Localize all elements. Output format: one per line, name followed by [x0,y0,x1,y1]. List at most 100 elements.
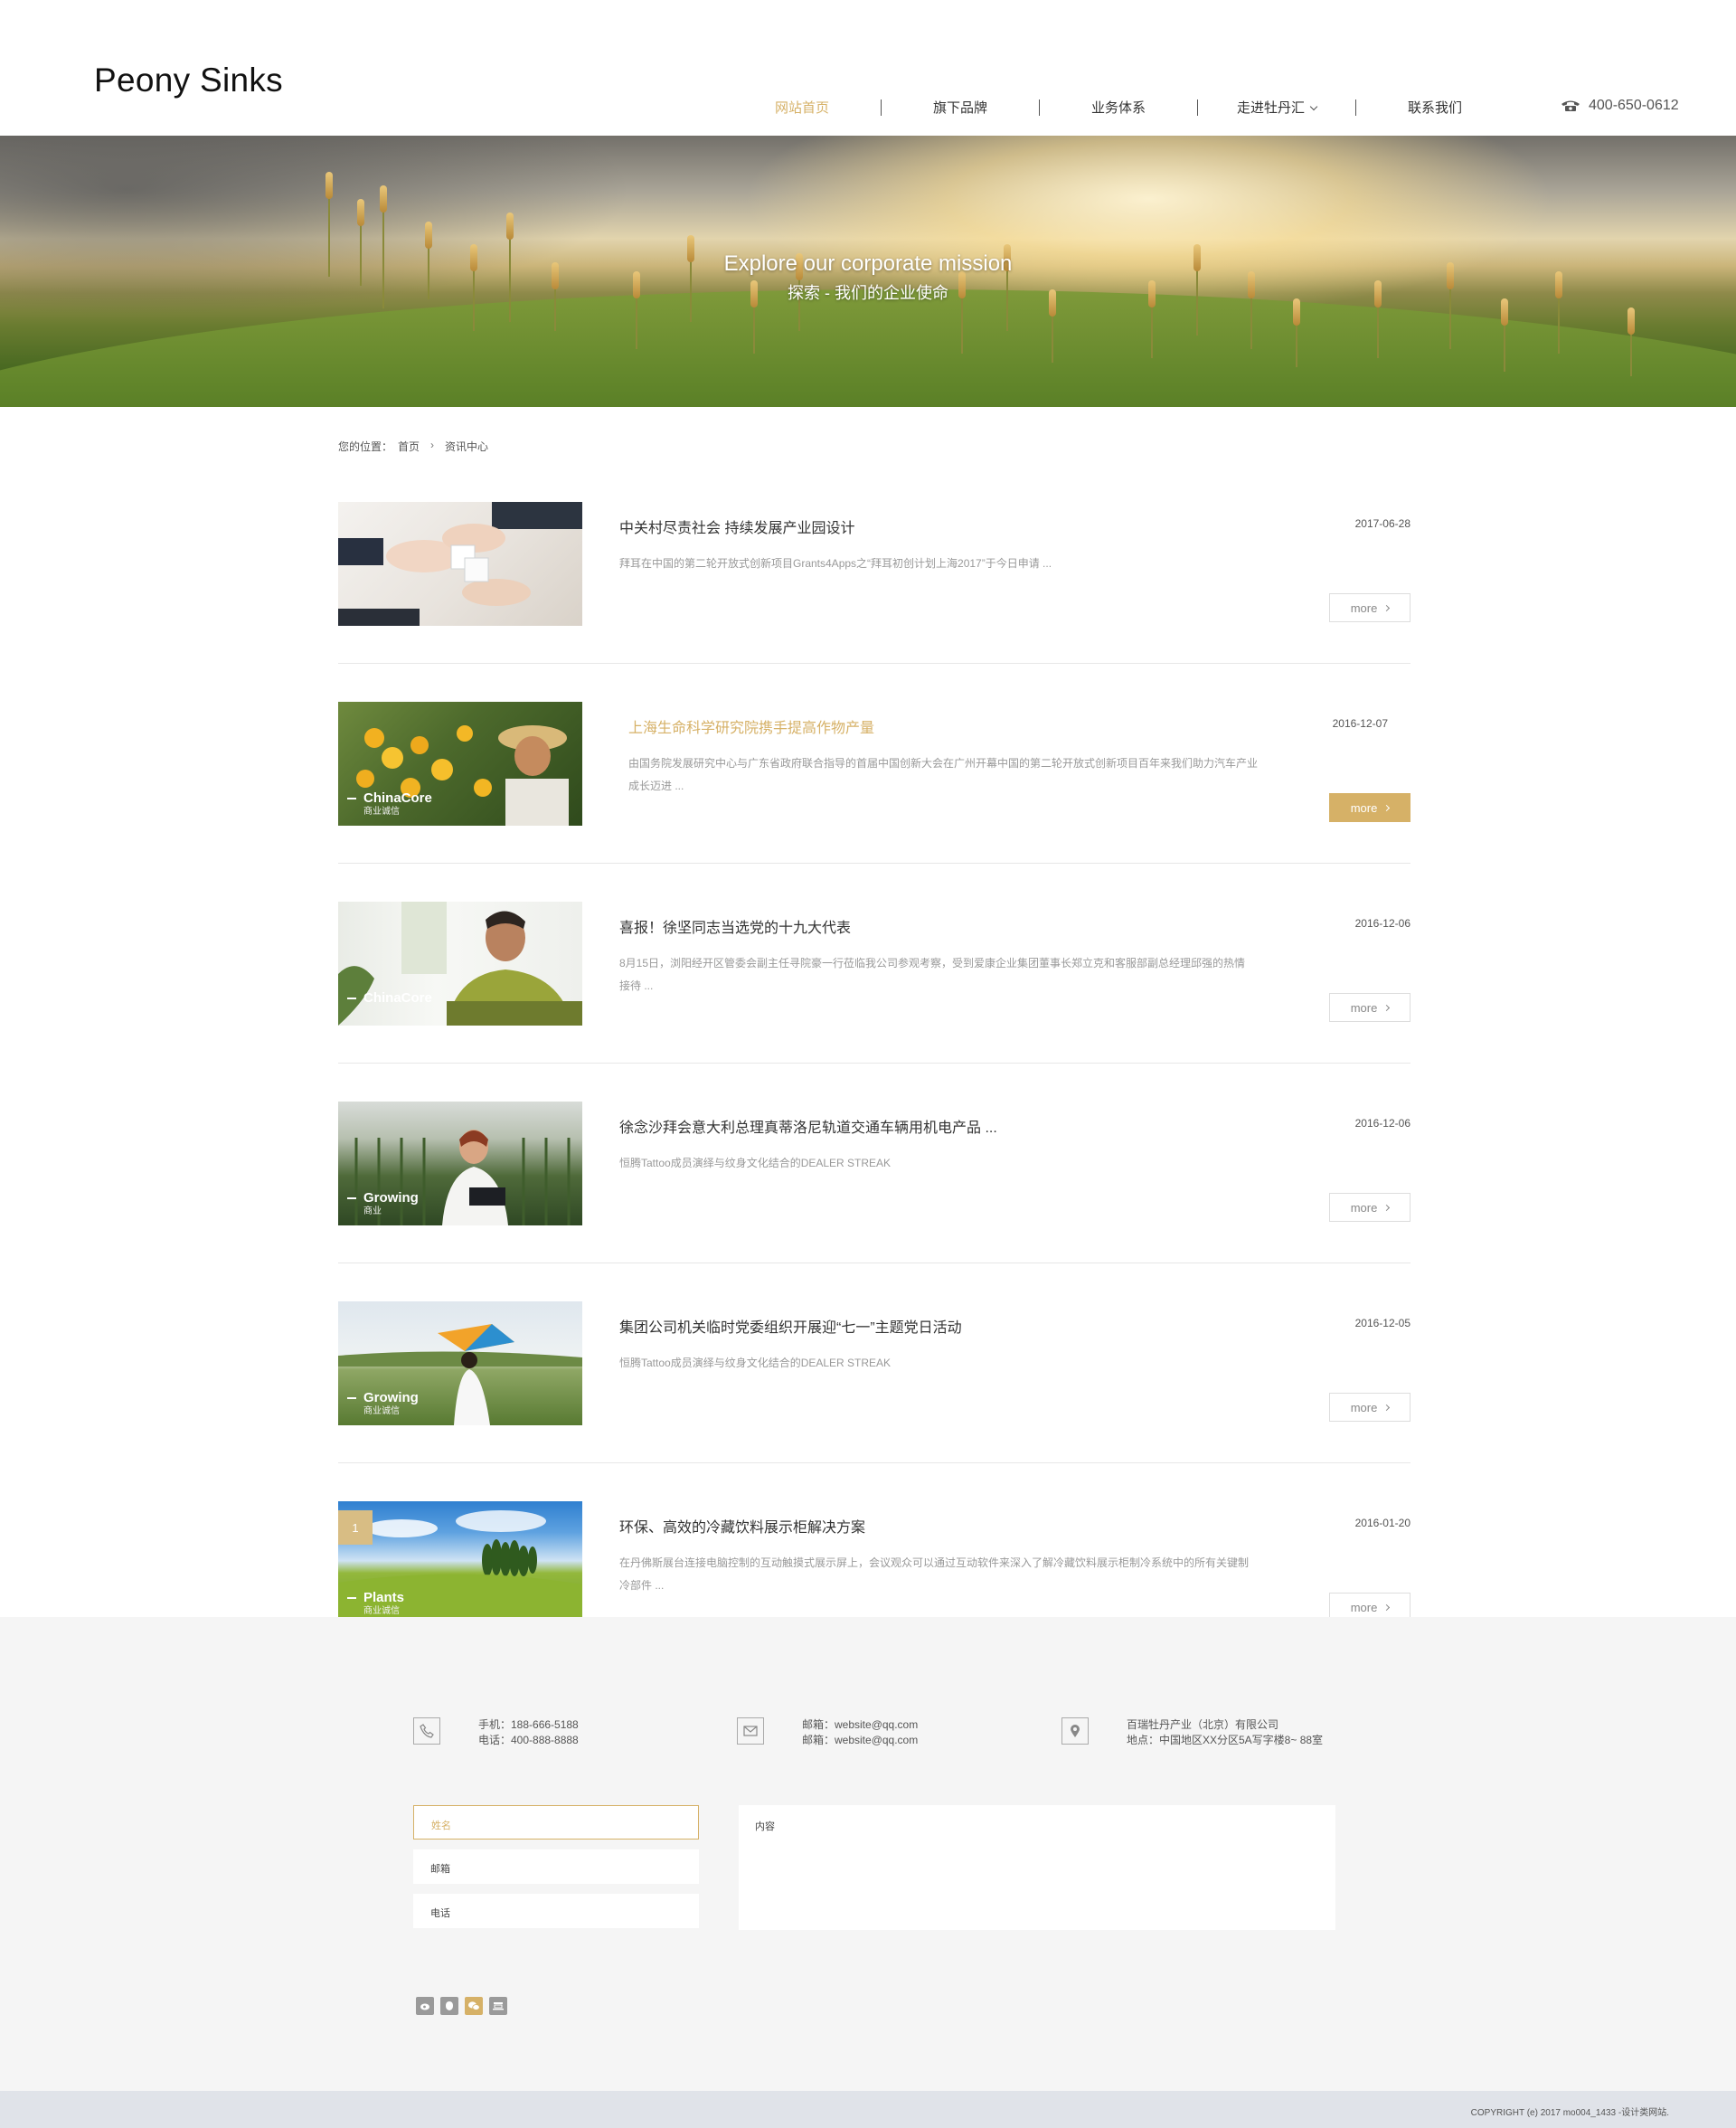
news-thumbnail[interactable]: ChinaCore [338,902,582,1026]
more-button[interactable]: more [1329,1393,1410,1422]
breadcrumb-label: 您的位置： [338,440,393,453]
thumb-caption-sub: 商业诚信 [363,1606,400,1616]
email-field[interactable]: 邮箱 [413,1849,699,1884]
news-description: 由国务院发展研究中心与广东省政府联合指导的首届中国创新大会在广州开幕中国的第二轮… [628,757,1259,792]
qq-icon[interactable] [440,1997,458,2015]
nav-about-label: 走进牡丹汇 [1236,100,1305,116]
thumb-caption: ChinaCore [347,990,432,1006]
chevron-right-icon [1383,1404,1391,1411]
news-thumbnail[interactable]: Growing 商业 [338,1102,582,1225]
news-title[interactable]: 上海生命科学研究院携手提高作物产量 [628,715,874,737]
more-label: more [1350,1200,1378,1215]
grass-seedhead [326,172,333,199]
news-title[interactable]: 喜报！徐坚同志当选党的十九大代表 [619,915,851,937]
more-label: more [1350,800,1378,815]
thumb-caption: Growing [347,1190,419,1206]
more-button[interactable]: more [1329,993,1410,1022]
chevron-right-icon [1383,604,1391,611]
news-title[interactable]: 中关村尽责社会 持续发展产业园设计 [619,515,854,537]
news-description: 拜耳在中国的第二轮开放式创新项目Grants4Apps之“拜耳初创计划上海201… [619,557,1052,570]
thumb-caption-sub: 商业诚信 [363,807,400,817]
news-date: 2017-06-28 [1354,517,1410,530]
social-links [416,1997,507,2015]
grass-seedhead [380,185,387,213]
company-name: 百瑞牡丹产业（北京）有限公司 [1127,1718,1279,1731]
news-item: 中关村尽责社会 持续发展产业园设计 2017-06-28 拜耳在中国的第二轮开放… [338,502,1410,664]
news-description: 恒腾Tattoo成员演绎与纹身文化结合的DEALER STREAK [619,1357,892,1369]
company-address: 地点：中国地区XX分区5A写字楼8~ 88室 [1127,1734,1324,1746]
contact-mobile: 手机：188-666-5188 [478,1718,579,1731]
more-button[interactable]: more [1329,593,1410,622]
contact-tel: 电话：400-888-8888 [478,1734,579,1746]
weibo-icon[interactable] [416,1997,434,2015]
news-title[interactable]: 环保、高效的冷藏饮料展示柜解决方案 [619,1515,865,1537]
news-date: 2016-12-07 [1332,717,1388,730]
grass-stem [753,304,755,354]
news-description: 8月15日，浏阳经开区管委会副主任寻院豪一行莅临我公司参观考察，受到爱康企业集团… [619,957,1246,992]
grass-stem [1151,304,1153,358]
grass-seedhead [1628,307,1635,335]
chevron-right-icon [1383,804,1391,811]
site-footer: 手机：188-666-5188 电话：400-888-8888 邮箱：websi… [0,1617,1736,2091]
wechat-icon[interactable] [465,1997,483,2015]
nav-about[interactable]: 走进牡丹汇 [1213,98,1340,117]
more-button[interactable]: more [1329,1193,1410,1222]
phone-field[interactable]: 电话 [413,1894,699,1928]
grass-seedhead [425,222,432,249]
more-label: more [1350,601,1378,615]
grass-stem [509,236,511,322]
nav-divider [1039,99,1040,116]
contact-email-1: 邮箱：website@qq.com [802,1718,919,1731]
name-field[interactable]: 姓名 [413,1805,699,1840]
thumb-caption-sub: 商业诚信 [363,1406,400,1416]
chevron-down-icon [1309,102,1318,111]
grass-seedhead [357,199,364,226]
news-thumbnail[interactable]: Plants 商业诚信 [338,1501,582,1625]
nav-business[interactable]: 业务体系 [1055,98,1182,117]
breadcrumb-separator: › [430,439,435,451]
copyright-bar: COPYRIGHT (e) 2017 mo004_1433 -设计类网站. [0,2091,1736,2128]
breadcrumb-home[interactable]: 首页 [398,439,420,454]
hero-banner: Explore our corporate mission 探索 - 我们的企业… [0,136,1736,407]
banner-subtitle: 探索 - 我们的企业使命 [788,284,948,302]
nav-divider [1197,99,1198,116]
more-button[interactable]: more [1329,793,1410,822]
header-phone: 400-650-0612 [1561,98,1679,114]
news-item: Growing 商业 徐念沙拜会意大利总理真蒂洛尼轨道交通车辆用机电产品 ...… [338,1102,1410,1263]
news-date: 2016-12-05 [1354,1317,1410,1329]
more-label: more [1350,1000,1378,1015]
news-thumbnail[interactable] [338,502,582,626]
breadcrumb: 您的位置： 首页 › 资讯中心 [338,439,488,454]
news-thumbnail[interactable]: Growing 商业诚信 [338,1301,582,1425]
news-item: Growing 商业诚信 集团公司机关临时党委组织开展迎“七一”主题党日活动 2… [338,1301,1410,1463]
copyright-text: COPYRIGHT (e) 2017 mo004_1433 -设计类网站. [1470,2108,1669,2118]
grass-stem [1630,331,1632,376]
news-list: 中关村尽责社会 持续发展产业园设计 2017-06-28 拜耳在中国的第二轮开放… [338,502,1410,1663]
news-description: 恒腾Tattoo成员演绎与纹身文化结合的DEALER STREAK [619,1157,892,1169]
nav-contact[interactable]: 联系我们 [1372,98,1498,117]
contact-address: 百瑞牡丹产业（北京）有限公司 地点：中国地区XX分区5A写字楼8~ 88室 [1061,1717,1323,1748]
man-thinking-photo [338,902,582,1026]
news-item: ChinaCore 商业诚信 上海生命科学研究院携手提高作物产量 2016-12… [338,702,1410,864]
breadcrumb-current[interactable]: 资讯中心 [445,439,488,454]
message-textarea[interactable]: 内容 [739,1805,1335,1930]
news-title[interactable]: 集团公司机关临时党委组织开展迎“七一”主题党日活动 [619,1315,962,1337]
nav-divider [1355,99,1356,116]
site-header: Peony Sinks 网站首页 旗下品牌 业务体系 走进牡丹汇 联系我们 40… [0,0,1736,136]
news-title[interactable]: 徐念沙拜会意大利总理真蒂洛尼轨道交通车辆用机电产品 ... [619,1115,997,1137]
chevron-right-icon [1383,1603,1391,1611]
thumb-caption-sub: 商业 [363,1206,382,1216]
news-thumbnail[interactable]: ChinaCore 商业诚信 [338,702,582,826]
contact-phone: 手机：188-666-5188 电话：400-888-8888 [413,1717,579,1748]
site-logo[interactable]: Peony Sinks [94,61,283,99]
nav-divider [881,99,882,116]
main-nav: 网站首页 旗下品牌 业务体系 走进牡丹汇 联系我们 [739,98,1498,117]
pagination-page-1[interactable]: 1 [338,1510,373,1545]
hands-puzzle-photo [338,502,582,626]
douban-icon[interactable] [489,1997,507,2015]
phone-number: 400-650-0612 [1589,98,1679,113]
phone-icon [413,1717,440,1745]
more-label: more [1350,1400,1378,1414]
nav-brands[interactable]: 旗下品牌 [897,98,1024,117]
nav-home[interactable]: 网站首页 [739,98,865,117]
